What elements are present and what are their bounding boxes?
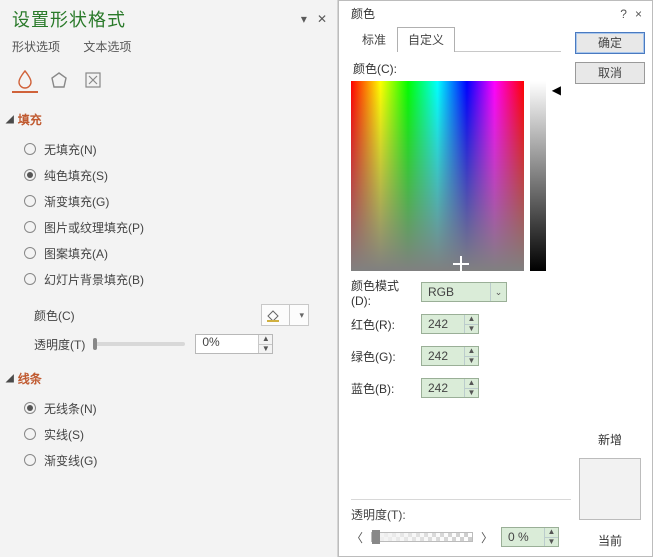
size-icon[interactable] bbox=[80, 67, 106, 93]
line-option-none[interactable]: 无线条(N) bbox=[24, 395, 337, 421]
value-slider[interactable] bbox=[530, 81, 546, 271]
red-row: 红色(R): 242 ▲▼ bbox=[351, 313, 561, 335]
dialog-main: 标准 自定义 颜色(C): ◀ 颜色模式(D): RGB ⌄ bbox=[339, 26, 569, 555]
green-label: 绿色(G): bbox=[351, 348, 415, 365]
tab-shape-options[interactable]: 形状选项 bbox=[12, 40, 60, 54]
spin-up-icon[interactable]: ▲ bbox=[544, 528, 558, 537]
fill-option-slide-bg[interactable]: 幻灯片背景填充(B) bbox=[24, 266, 337, 292]
pane-header: 设置形状格式 ▾ ✕ bbox=[0, 0, 337, 34]
color-field[interactable] bbox=[351, 81, 524, 271]
spin-down-icon[interactable]: ▼ bbox=[464, 324, 478, 333]
spin-down-icon[interactable]: ▼ bbox=[464, 356, 478, 365]
tab-text-options[interactable]: 文本选项 bbox=[83, 40, 131, 54]
color-tabs: 标准 自定义 bbox=[351, 30, 561, 52]
collapse-icon: ◢ bbox=[6, 114, 14, 125]
fill-color-row: 颜色(C) ▾ bbox=[0, 300, 337, 330]
color-preview bbox=[579, 458, 641, 520]
color-mode-label: 颜色模式(D): bbox=[351, 277, 415, 308]
fill-option-solid[interactable]: 纯色填充(S) bbox=[24, 162, 337, 188]
chevron-down-icon: ▾ bbox=[299, 310, 304, 321]
format-shape-pane: 设置形状格式 ▾ ✕ 形状选项 文本选项 ◢ 填充 无填充(N) 纯色填充(S)… bbox=[0, 0, 338, 557]
green-row: 绿色(G): 242 ▲▼ bbox=[351, 345, 561, 367]
line-option-gradient[interactable]: 渐变线(G) bbox=[24, 447, 337, 473]
fill-section-header[interactable]: ◢ 填充 bbox=[0, 105, 337, 134]
blue-label: 蓝色(B): bbox=[351, 380, 415, 397]
spin-down-icon[interactable]: ▼ bbox=[544, 537, 558, 546]
line-section-title: 线条 bbox=[18, 370, 42, 387]
green-input[interactable]: 242 ▲▼ bbox=[421, 346, 479, 366]
fill-section-title: 填充 bbox=[18, 111, 42, 128]
slider-thumb[interactable] bbox=[372, 530, 380, 544]
arrow-right-icon[interactable]: 〉 bbox=[481, 529, 493, 546]
tab-standard[interactable]: 标准 bbox=[351, 27, 397, 52]
dialog-transparency-section: 透明度(T): 〈 〉 0 % ▲▼ bbox=[339, 499, 569, 547]
fill-option-picture[interactable]: 图片或纹理填充(P) bbox=[24, 214, 337, 240]
color-mode-select[interactable]: RGB ⌄ bbox=[421, 282, 507, 302]
fill-option-no-fill[interactable]: 无填充(N) bbox=[24, 136, 337, 162]
transparency-slider[interactable] bbox=[95, 342, 185, 346]
spin-down-icon[interactable]: ▼ bbox=[258, 344, 272, 353]
transparency-input[interactable]: 0% ▲▼ bbox=[195, 334, 273, 354]
line-options: 无线条(N) 实线(S) 渐变线(G) bbox=[0, 393, 337, 481]
fill-line-icon[interactable] bbox=[12, 67, 38, 93]
dialog-side: 确定 取消 新增 当前 bbox=[568, 26, 652, 555]
preview-current-swatch bbox=[580, 489, 640, 519]
arrow-left-icon[interactable]: 〈 bbox=[351, 529, 363, 546]
spin-down-icon[interactable]: ▼ bbox=[464, 388, 478, 397]
fill-option-pattern[interactable]: 图案填充(A) bbox=[24, 240, 337, 266]
pane-tabs: 形状选项 文本选项 bbox=[0, 34, 337, 63]
collapse-icon: ◢ bbox=[6, 373, 14, 384]
fill-option-gradient[interactable]: 渐变填充(G) bbox=[24, 188, 337, 214]
chevron-down-icon: ⌄ bbox=[490, 283, 506, 301]
line-section-header[interactable]: ◢ 线条 bbox=[0, 364, 337, 393]
fill-transparency-row: 透明度(T) 0% ▲▼ bbox=[0, 330, 337, 364]
preview-new-label: 新增 bbox=[598, 423, 622, 448]
fill-color-button[interactable]: ▾ bbox=[261, 304, 309, 326]
spin-up-icon[interactable]: ▲ bbox=[464, 379, 478, 388]
spin-up-icon[interactable]: ▲ bbox=[464, 347, 478, 356]
color-picker-label: 颜色(C): bbox=[351, 52, 561, 81]
category-icons bbox=[0, 63, 337, 105]
red-label: 红色(R): bbox=[351, 316, 415, 333]
color-dialog: 颜色 ? × 标准 自定义 颜色(C): ◀ 颜 bbox=[338, 0, 653, 557]
blue-input[interactable]: 242 ▲▼ bbox=[421, 378, 479, 398]
fill-options: 无填充(N) 纯色填充(S) 渐变填充(G) 图片或纹理填充(P) 图案填充(A… bbox=[0, 134, 337, 300]
ok-button[interactable]: 确定 bbox=[575, 32, 645, 54]
line-option-solid[interactable]: 实线(S) bbox=[24, 421, 337, 447]
help-icon[interactable]: ? bbox=[620, 7, 627, 21]
pane-title: 设置形状格式 bbox=[12, 6, 126, 32]
chevron-down-icon[interactable]: ▾ bbox=[301, 12, 307, 26]
preview-current-label: 当前 bbox=[598, 532, 622, 549]
dialog-transparency-label: 透明度(T): bbox=[351, 506, 559, 523]
preview-new-swatch bbox=[580, 459, 640, 489]
tab-custom[interactable]: 自定义 bbox=[397, 27, 455, 52]
fill-transparency-label: 透明度(T) bbox=[34, 336, 85, 353]
spin-up-icon[interactable]: ▲ bbox=[464, 315, 478, 324]
dialog-transparency-input[interactable]: 0 % ▲▼ bbox=[501, 527, 559, 547]
fill-color-label: 颜色(C) bbox=[34, 307, 75, 324]
color-mode-row: 颜色模式(D): RGB ⌄ bbox=[351, 281, 561, 303]
dialog-titlebar: 颜色 ? × bbox=[339, 1, 652, 26]
transparency-track[interactable] bbox=[371, 532, 473, 542]
effects-icon[interactable] bbox=[46, 67, 72, 93]
dialog-title: 颜色 bbox=[351, 5, 375, 22]
red-input[interactable]: 242 ▲▼ bbox=[421, 314, 479, 334]
spin-up-icon[interactable]: ▲ bbox=[258, 335, 272, 344]
cancel-button[interactable]: 取消 bbox=[575, 62, 645, 84]
blue-row: 蓝色(B): 242 ▲▼ bbox=[351, 377, 561, 399]
paint-bucket-icon bbox=[266, 308, 280, 322]
close-icon[interactable]: × bbox=[635, 7, 642, 21]
value-pointer-icon[interactable]: ◀ bbox=[552, 83, 561, 97]
close-icon[interactable]: ✕ bbox=[317, 12, 327, 26]
